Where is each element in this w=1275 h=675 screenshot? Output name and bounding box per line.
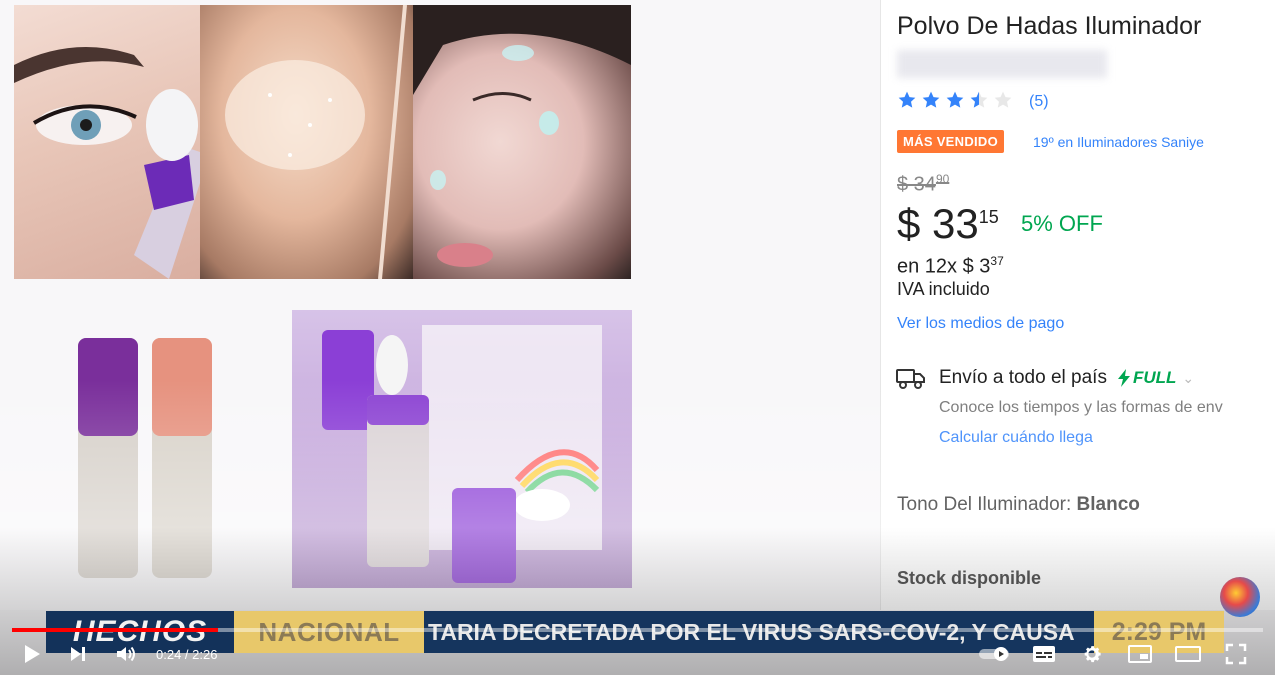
- volume-button[interactable]: [108, 636, 144, 672]
- star-half-icon: [970, 91, 988, 108]
- tone-value: Blanco: [1076, 494, 1140, 515]
- product-photo-face-highlight: [413, 5, 631, 279]
- stock-status: Stock disponible: [897, 568, 1042, 588]
- tax-note: IVA incluido: [897, 279, 990, 299]
- chevron-down-icon: ⌄: [1182, 369, 1195, 386]
- product-photo-shoulder-glow: [200, 5, 413, 279]
- best-seller-badge: MÁS VENDIDO: [897, 130, 1005, 153]
- theater-icon: [1175, 646, 1201, 662]
- face-photo-illustration: [413, 5, 631, 267]
- next-button[interactable]: [60, 636, 96, 672]
- installments-text: en 12x $ 3: [897, 255, 991, 278]
- captions-icon: [1033, 646, 1055, 662]
- tone-label: Tono Del Iluminador:: [897, 494, 1072, 515]
- current-price: $ 3315: [897, 200, 999, 248]
- blurred-brand-name: [897, 50, 1107, 78]
- captions-button[interactable]: [1026, 636, 1062, 672]
- product-title: Polvo De Hadas Iluminador: [897, 12, 1202, 40]
- star-full-icon: [922, 91, 940, 108]
- truck-icon: [896, 369, 925, 389]
- full-label: FULL: [1132, 368, 1177, 387]
- product-image-collage[interactable]: [0, 0, 880, 610]
- eye-photo-illustration: [14, 47, 200, 279]
- category-rank-link[interactable]: 19º en Iluminadores Saniye: [1033, 134, 1204, 150]
- theater-mode-button[interactable]: [1170, 636, 1206, 672]
- settings-button[interactable]: [1074, 636, 1110, 672]
- video-controls: 0:24 / 2:26: [0, 636, 1275, 672]
- sticks-illustration: [78, 338, 212, 578]
- miniplayer-button[interactable]: [1122, 636, 1158, 672]
- video-time: 0:24 / 2:26: [156, 647, 217, 662]
- next-icon: [71, 647, 85, 661]
- star-full-icon: [946, 91, 964, 108]
- current-price-int: $ 33: [897, 200, 979, 247]
- calculate-delivery-link[interactable]: Calcular cuándo llega: [939, 429, 1093, 447]
- video-progress-played: [12, 628, 219, 632]
- duration: 2:26: [192, 647, 218, 662]
- current-price-cents: 15: [978, 207, 999, 227]
- star-full-icon: [898, 91, 916, 108]
- miniplayer-icon: [1128, 645, 1152, 663]
- video-progress-bar[interactable]: [12, 628, 1263, 632]
- current-time: 0:24: [156, 647, 182, 662]
- time-separator: /: [181, 647, 193, 662]
- product-photo-packaging: [292, 310, 632, 588]
- shipping-text: Envío a todo el país: [939, 367, 1107, 388]
- shipping-subtitle: Conoce los tiempos y las formas de env: [939, 399, 1223, 416]
- volume-icon: [117, 646, 135, 662]
- installments-cents: 37: [990, 254, 1004, 268]
- product-photo-eye-applicator: [14, 5, 200, 279]
- product-photo-two-sticks: [40, 318, 260, 588]
- original-price-cents: 90: [935, 172, 950, 186]
- play-button[interactable]: [14, 636, 50, 672]
- payment-methods-link[interactable]: Ver los medios de pago: [897, 315, 1064, 333]
- discount-label: 5% OFF: [1021, 211, 1103, 236]
- full-badge[interactable]: FULL ⌄: [1117, 368, 1194, 388]
- play-icon: [25, 645, 40, 663]
- rating-stars[interactable]: [897, 90, 1013, 110]
- shipping-row: Envío a todo el país FULL ⌄: [939, 367, 1194, 389]
- installments: en 12x $ 337: [897, 254, 1004, 279]
- product-info-panel: Polvo De Hadas Iluminador (5) MÁS VENDID…: [880, 0, 1275, 610]
- channel-watermark-logo[interactable]: [1220, 577, 1260, 617]
- review-count-link[interactable]: (5): [1029, 93, 1049, 111]
- bolt-icon: [1117, 369, 1130, 387]
- fullscreen-icon: [1225, 643, 1247, 665]
- tone-selector[interactable]: Tono Del Iluminador: Blanco: [897, 494, 1140, 516]
- shoulder-photo-illustration: [225, 5, 407, 279]
- gear-icon: [1084, 646, 1101, 663]
- packaging-illustration: [322, 325, 602, 583]
- autoplay-toggle-icon[interactable]: [978, 646, 1012, 662]
- star-empty-icon: [994, 91, 1012, 108]
- original-price: $ 3490: [897, 172, 949, 197]
- original-price-int: $ 34: [897, 173, 936, 196]
- fullscreen-button[interactable]: [1218, 636, 1254, 672]
